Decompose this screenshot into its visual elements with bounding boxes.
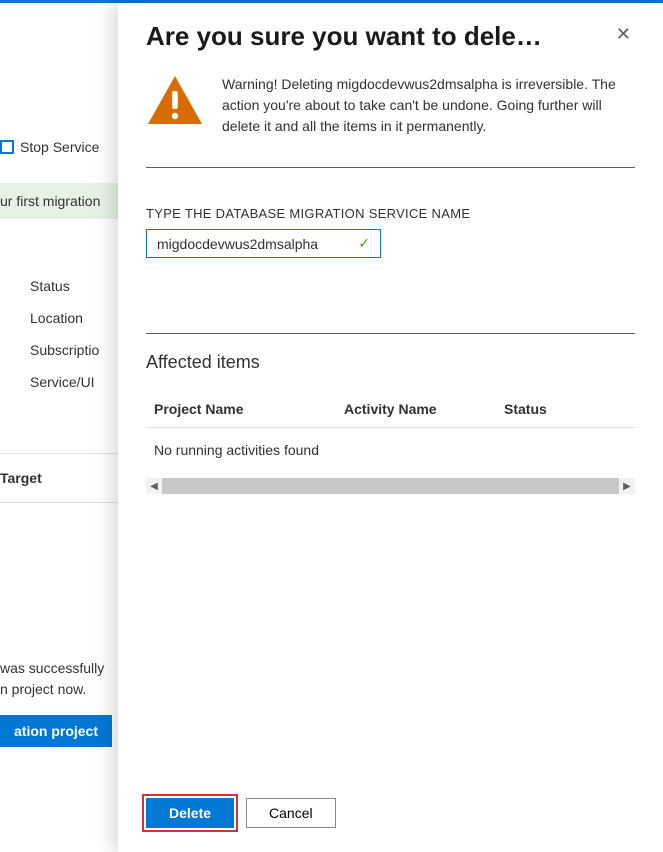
property-labels: Status Location Subscriptio Service/UI [30,278,99,390]
label-service-ui: Service/UI [30,374,99,390]
column-project-name: Project Name [154,401,344,417]
checkmark-icon: ✓ [358,235,370,252]
success-message: was successfully n project now. [0,658,104,700]
close-icon: ✕ [616,24,631,44]
warning-section: Warning! Deleting migdocdevwus2dmsalpha … [146,74,635,168]
affected-items-heading: Affected items [146,352,635,373]
column-status: Status [504,401,627,417]
confirm-input-wrapper: ✓ [146,229,381,258]
label-status: Status [30,278,99,294]
stop-service-button[interactable]: Stop Service [0,133,99,161]
dialog-title: Are you sure you want to dele… [146,21,542,52]
background-page: Stop Service ur first migration Status L… [0,3,120,852]
scroll-track[interactable] [162,478,619,494]
stop-service-label: Stop Service [20,139,99,155]
affected-items-table: Project Name Activity Name Status No run… [146,391,635,494]
banner-text: ur first migration [0,193,100,209]
warning-text: Warning! Deleting migdocdevwus2dmsalpha … [222,74,635,137]
table-empty-message: No running activities found [146,428,635,472]
table-header-row: Project Name Activity Name Status [146,391,635,428]
label-subscription: Subscriptio [30,342,99,358]
delete-confirmation-panel: Are you sure you want to dele… ✕ Warning… [118,3,663,852]
service-name-input[interactable] [157,236,348,252]
delete-button[interactable]: Delete [146,798,234,828]
scroll-right-arrow-icon[interactable]: ▶ [619,478,635,494]
scroll-left-arrow-icon[interactable]: ◀ [146,478,162,494]
migration-project-button[interactable]: ation project [0,715,112,747]
target-section-heading: Target [0,453,120,503]
horizontal-scrollbar[interactable]: ◀ ▶ [146,478,635,494]
confirm-name-section: TYPE THE DATABASE MIGRATION SERVICE NAME… [146,206,635,258]
dialog-footer: Delete Cancel [118,784,663,852]
stop-icon [0,140,14,154]
cancel-button[interactable]: Cancel [246,798,336,828]
label-location: Location [30,310,99,326]
warning-icon [146,74,204,126]
close-button[interactable]: ✕ [612,21,635,47]
info-banner: ur first migration [0,183,120,219]
section-divider [146,333,635,334]
column-activity-name: Activity Name [344,401,504,417]
confirm-label: TYPE THE DATABASE MIGRATION SERVICE NAME [146,206,635,221]
